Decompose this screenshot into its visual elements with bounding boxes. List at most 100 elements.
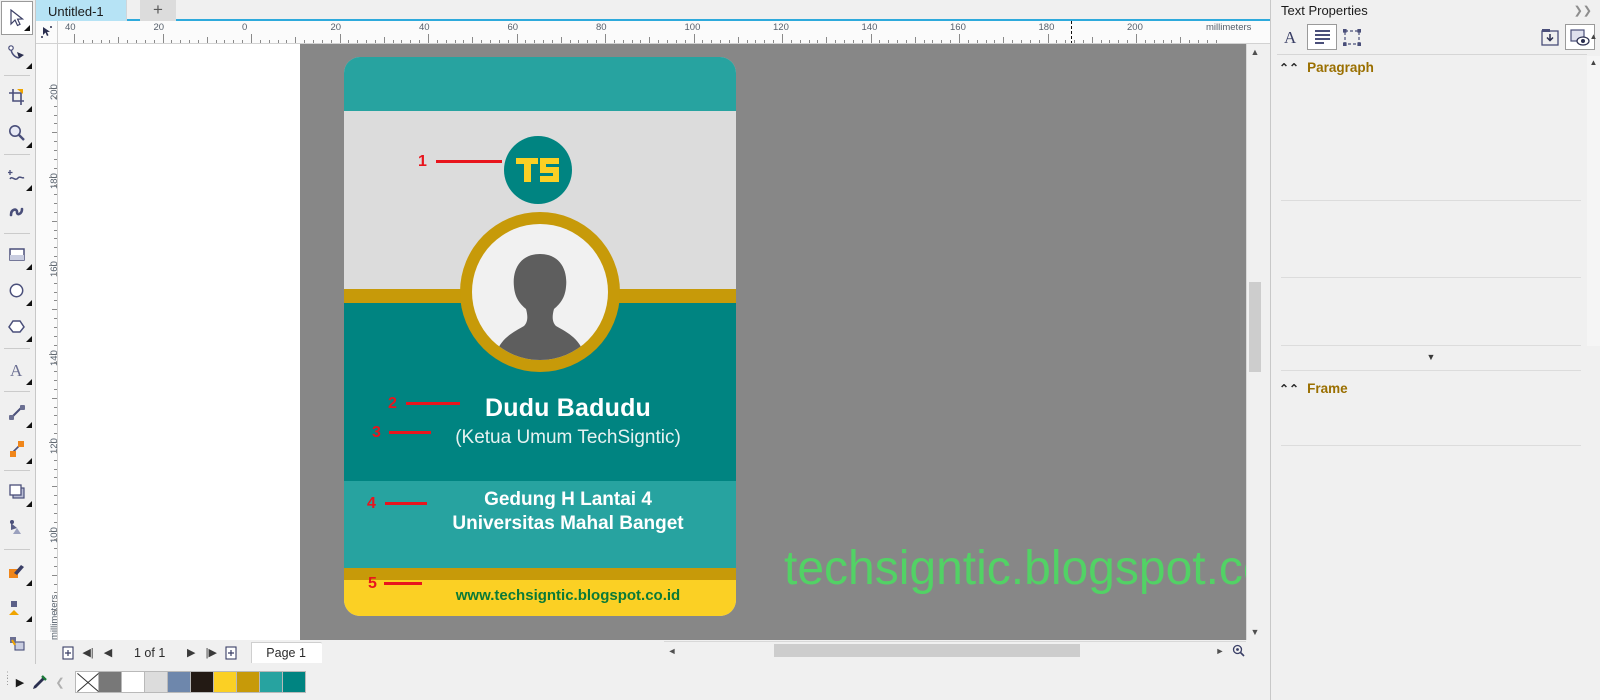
paragraph-section-header[interactable]: ⌃⌃ Paragraph bbox=[1279, 60, 1374, 75]
add-page-after-icon[interactable] bbox=[221, 642, 241, 663]
tab-character[interactable]: A bbox=[1277, 24, 1307, 50]
ruler-minor-tick bbox=[613, 40, 615, 43]
paragraph-expand-button[interactable]: ▼ bbox=[1281, 347, 1581, 367]
tab-frame[interactable] bbox=[1337, 24, 1367, 50]
ruler-minor-tick bbox=[54, 424, 57, 426]
card-band-gold-lower bbox=[344, 568, 736, 580]
vertical-scroll-thumb[interactable] bbox=[1249, 282, 1261, 372]
first-page-button[interactable]: ◀| bbox=[78, 642, 98, 663]
palette-swatch-grey-60[interactable] bbox=[98, 671, 122, 693]
tool-color-eyedropper-tool[interactable] bbox=[0, 553, 34, 589]
ruler-guide-marker[interactable] bbox=[1071, 21, 1072, 43]
palette-prev-icon[interactable]: ❮ bbox=[50, 672, 70, 693]
tab-paragraph[interactable] bbox=[1307, 24, 1337, 50]
card-band-top-teal bbox=[344, 57, 736, 111]
docker-scroll-up-icon[interactable]: ▲ bbox=[1587, 56, 1600, 69]
palette-swatch-gold[interactable] bbox=[236, 671, 260, 693]
palette-swatch-near-black[interactable] bbox=[190, 671, 214, 693]
last-page-button[interactable]: |▶ bbox=[201, 642, 221, 663]
ruler-label: 20 bbox=[330, 22, 342, 33]
ruler-minor-tick bbox=[1189, 40, 1191, 43]
ruler-minor-tick bbox=[54, 548, 57, 550]
docker-divider-6 bbox=[1281, 445, 1581, 446]
docker-tab-row: A bbox=[1277, 23, 1595, 51]
ruler-minor-tick bbox=[54, 318, 57, 320]
page-tab-page-1[interactable]: Page 1 bbox=[251, 642, 322, 663]
ruler-minor-tick bbox=[54, 185, 57, 187]
ruler-major-tick bbox=[339, 34, 341, 43]
tool-interactive-fill-tool[interactable] bbox=[0, 589, 34, 625]
ruler-minor-tick bbox=[711, 40, 713, 43]
drawing-canvas[interactable]: Dudu Badudu (Ketua Umum TechSigntic) Ged… bbox=[58, 44, 1246, 640]
scroll-right-icon[interactable]: ► bbox=[1212, 642, 1228, 659]
ruler-minor-tick bbox=[1127, 40, 1129, 43]
next-page-button[interactable]: ▶ bbox=[181, 642, 201, 663]
canvas-horizontal-scrollbar[interactable]: ◄ ► bbox=[664, 641, 1246, 658]
horizontal-scroll-thumb[interactable] bbox=[774, 644, 1080, 657]
ruler-minor-tick bbox=[54, 610, 57, 612]
tool-drop-shadow-tool[interactable] bbox=[0, 474, 34, 510]
docker-divider-3 bbox=[1281, 277, 1581, 278]
tool-smart-fill-tool[interactable] bbox=[0, 625, 34, 661]
palette-swatch-no-color[interactable] bbox=[75, 671, 99, 693]
palette-swatch-yellow[interactable] bbox=[213, 671, 237, 693]
tool-transparency-tool[interactable] bbox=[0, 510, 34, 546]
scroll-down-icon[interactable]: ▼ bbox=[1247, 624, 1263, 640]
tool-zoom-tool[interactable] bbox=[0, 115, 34, 151]
zoom-to-fit-icon[interactable] bbox=[1230, 642, 1246, 659]
docker-collapse-icon[interactable]: ❯❯ bbox=[1574, 4, 1592, 17]
import-text-styles-icon[interactable] bbox=[1535, 24, 1565, 50]
scroll-left-icon[interactable]: ◄ bbox=[664, 642, 680, 659]
previous-page-button[interactable]: ◀ bbox=[98, 642, 118, 663]
tool-polygon-tool[interactable] bbox=[0, 309, 34, 345]
tool-pick-tool[interactable] bbox=[1, 1, 33, 35]
docker-scrollbar[interactable]: ▲ bbox=[1587, 56, 1600, 346]
palette-swatch-teal-light[interactable] bbox=[259, 671, 283, 693]
company-logo[interactable] bbox=[504, 136, 572, 204]
document-tab[interactable]: Untitled-1 bbox=[36, 0, 127, 21]
ruler-minor-tick bbox=[54, 238, 57, 240]
chevron-up-icon[interactable]: ⌃⌃ bbox=[1279, 61, 1299, 75]
docker-scroll-top-icon[interactable]: ▲ bbox=[1587, 30, 1600, 43]
tool-text-tool[interactable]: A bbox=[0, 352, 34, 388]
frame-section-header[interactable]: ⌃⌃ Frame bbox=[1279, 381, 1348, 396]
ruler-minor-tick bbox=[684, 40, 686, 43]
docker-title: Text Properties bbox=[1281, 3, 1368, 18]
ruler-minor-tick bbox=[54, 105, 57, 107]
tool-shape-tool[interactable] bbox=[0, 36, 34, 72]
business-card-design[interactable]: Dudu Badudu (Ketua Umum TechSigntic) Ged… bbox=[344, 57, 736, 616]
palette-grip[interactable]: ⋮ ⋮ bbox=[0, 671, 12, 692]
docker-divider-5 bbox=[1281, 370, 1581, 371]
ruler-minor-tick bbox=[799, 40, 801, 43]
ruler-minor-tick bbox=[54, 256, 57, 258]
ruler-major-tick bbox=[605, 34, 606, 43]
canvas-vertical-scrollbar[interactable]: ▲ ▼ bbox=[1246, 44, 1262, 640]
palette-swatch-slate-blue[interactable] bbox=[167, 671, 191, 693]
palette-scroll-arrow-icon[interactable]: ▶ bbox=[10, 672, 30, 693]
palette-swatch-light-grey[interactable] bbox=[144, 671, 168, 693]
palette-swatch-teal-dark[interactable] bbox=[282, 671, 306, 693]
ruler-minor-tick bbox=[54, 300, 57, 302]
palette-swatch-white[interactable] bbox=[121, 671, 145, 693]
watermark-text: techsigntic.blogspot.co.id bbox=[784, 542, 1246, 595]
ruler-minor-tick bbox=[507, 40, 509, 43]
new-document-tab-button[interactable]: + bbox=[140, 0, 176, 21]
ruler-minor-tick bbox=[206, 37, 208, 43]
tool-parallel-dimension-tool[interactable] bbox=[0, 395, 34, 431]
horizontal-ruler[interactable]: 40 20 0 20 40 60 80 100 120 140 160 180 200 millimete… bbox=[58, 21, 1270, 44]
avatar-photo-frame[interactable] bbox=[460, 212, 620, 372]
tool-ellipse-tool[interactable] bbox=[0, 273, 34, 309]
scroll-up-icon[interactable]: ▲ bbox=[1247, 44, 1263, 60]
tool-crop-tool[interactable] bbox=[0, 79, 34, 115]
eyedropper-icon[interactable] bbox=[30, 672, 50, 693]
ruler-minor-tick bbox=[118, 37, 120, 43]
ruler-origin-button[interactable] bbox=[36, 21, 58, 44]
toolbox: A bbox=[0, 0, 36, 700]
add-page-before-icon[interactable] bbox=[58, 642, 78, 663]
tool-freehand-tool[interactable] bbox=[0, 158, 34, 194]
chevron-up-icon[interactable]: ⌃⌃ bbox=[1279, 382, 1299, 396]
tool-straight-line-connector-tool[interactable] bbox=[0, 431, 34, 467]
vertical-ruler[interactable]: millimeters 200 180 160 140 120 100 bbox=[36, 44, 58, 640]
tool-rectangle-tool[interactable] bbox=[0, 237, 34, 273]
tool-artistic-media-tool[interactable] bbox=[0, 194, 34, 230]
